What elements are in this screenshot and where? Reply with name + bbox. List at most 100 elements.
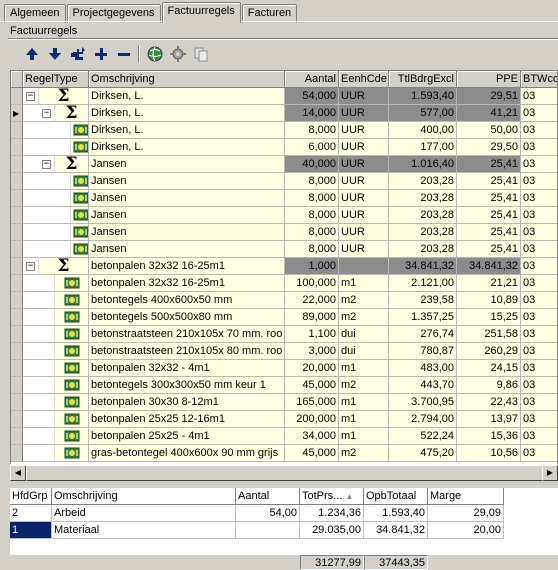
aantal-cell[interactable]: 200,000 — [285, 411, 339, 428]
omschrijving-cell[interactable]: Materiaal — [52, 522, 236, 539]
collapse-toggle[interactable]: − — [26, 92, 35, 101]
ttlbdrgexcl-cell[interactable]: 1.016,40 — [389, 156, 457, 173]
eenhcde-cell[interactable]: UUR — [339, 207, 389, 224]
ppe-cell[interactable]: 15,25 — [457, 309, 521, 326]
table-row[interactable]: betonpalen 32x32 16-25m1 100,000 m1 2.121,0… — [11, 275, 557, 292]
col-hfdgrp[interactable]: HfdGrp — [10, 488, 52, 505]
omschrijving-cell[interactable]: Jansen — [89, 173, 285, 190]
btwcode-cell[interactable]: 03 — [521, 360, 557, 377]
ttlbdrgexcl-cell[interactable]: 276,74 — [389, 326, 457, 343]
eenhcde-cell[interactable]: m2 — [339, 377, 389, 394]
ppe-cell[interactable]: 25,41 — [457, 207, 521, 224]
aantal-cell[interactable]: 20,000 — [285, 360, 339, 377]
ppe-cell[interactable]: 15,36 — [457, 428, 521, 445]
omschrijving-cell[interactable]: Dirksen, L. — [89, 105, 285, 122]
btwcode-cell[interactable]: 03 — [521, 326, 557, 343]
remove-button[interactable] — [112, 43, 135, 65]
summary-row[interactable]: 2 Arbeid 54,00 1.234,36 1.593,40 29,09 — [10, 505, 558, 522]
btwcode-cell[interactable]: 03 — [521, 411, 557, 428]
table-row[interactable]: Jansen 8,000 UUR 203,28 25,41 03 — [11, 241, 557, 258]
omschrijving-cell[interactable]: betontegels 500x500x80 mm — [89, 309, 285, 326]
table-row[interactable]: Jansen 8,000 UUR 203,28 25,41 03 — [11, 207, 557, 224]
aantal-cell[interactable]: 45,000 — [285, 445, 339, 462]
btwcode-cell[interactable]: 03 — [521, 377, 557, 394]
ttlbdrgexcl-cell[interactable]: 3.700,95 — [389, 394, 457, 411]
eenhcde-cell[interactable]: m1 — [339, 394, 389, 411]
table-row[interactable]: gras-betontegel 400x600x 90 mm grijs 45,0… — [11, 445, 557, 462]
eenhcde-cell[interactable]: UUR — [339, 122, 389, 139]
ttlbdrgexcl-cell[interactable]: 34.841,32 — [389, 258, 457, 275]
ppe-cell[interactable]: 34.841,32 — [457, 258, 521, 275]
omschrijving-cell[interactable]: betontegels 400x600x50 mm — [89, 292, 285, 309]
col-ttlbdrgexcl[interactable]: TtlBdrgExcl — [389, 71, 457, 88]
totprs-cell[interactable]: 1.234,36 — [300, 505, 364, 522]
col-regeltype[interactable]: RegelType — [23, 71, 89, 88]
globe-button[interactable] — [143, 43, 166, 65]
table-row[interactable]: Jansen 8,000 UUR 203,28 25,41 03 — [11, 224, 557, 241]
omschrijving-cell[interactable]: Dirksen, L. — [89, 139, 285, 156]
ttlbdrgexcl-cell[interactable]: 203,28 — [389, 241, 457, 258]
omschrijving-cell[interactable]: betonstraatsteen 210x105x 70 mm. roo — [89, 326, 285, 343]
ppe-cell[interactable]: 41,21 — [457, 105, 521, 122]
aantal-cell[interactable]: 1,100 — [285, 326, 339, 343]
omschrijving-cell[interactable]: Jansen — [89, 156, 285, 173]
ppe-cell[interactable]: 25,41 — [457, 156, 521, 173]
ppe-cell[interactable]: 25,41 — [457, 173, 521, 190]
opbtotaal-cell[interactable]: 34.841,32 — [364, 522, 428, 539]
ppe-cell[interactable]: 21,21 — [457, 275, 521, 292]
ttlbdrgexcl-cell[interactable]: 2.794,00 — [389, 411, 457, 428]
aantal-cell[interactable]: 6,000 — [285, 139, 339, 156]
col-omschrijving[interactable]: Omschrijving — [52, 488, 236, 505]
btwcode-cell[interactable]: 03 — [521, 173, 557, 190]
opbtotaal-cell[interactable]: 1.593,40 — [364, 505, 428, 522]
ttlbdrgexcl-cell[interactable]: 780,87 — [389, 343, 457, 360]
ppe-cell[interactable]: 10,56 — [457, 445, 521, 462]
btwcode-cell[interactable]: 03 — [521, 156, 557, 173]
scroll-left-button[interactable]: ◀ — [10, 465, 26, 481]
aantal-cell[interactable]: 22,000 — [285, 292, 339, 309]
scroll-thumb[interactable] — [26, 465, 546, 481]
omschrijving-cell[interactable]: Dirksen, L. — [89, 88, 285, 105]
col-aantal[interactable]: Aantal — [285, 71, 339, 88]
table-row[interactable]: betontegels 500x500x80 mm 89,000 m2 1.357,2… — [11, 309, 557, 326]
table-row[interactable]: Dirksen, L. 8,000 UUR 400,00 50,00 03 — [11, 122, 557, 139]
ppe-cell[interactable]: 10,89 — [457, 292, 521, 309]
aantal-cell[interactable]: 165,000 — [285, 394, 339, 411]
hfdgrp-cell[interactable]: 2 — [10, 505, 52, 522]
btwcode-cell[interactable]: 03 — [521, 445, 557, 462]
col-aantal[interactable]: Aantal — [236, 488, 300, 505]
table-row[interactable]: − Σ Jansen 40,000 UUR 1.016,40 25,41 03 — [11, 156, 557, 173]
aantal-cell[interactable]: 3,000 — [285, 343, 339, 360]
ppe-cell[interactable]: 50,00 — [457, 122, 521, 139]
table-row[interactable]: betonpalen 25x25 - 4m1 34,000 m1 522,24 15,3… — [11, 428, 557, 445]
collapse-toggle[interactable]: − — [26, 262, 35, 271]
col-opbtotaal[interactable]: OpbTotaal — [364, 488, 428, 505]
ppe-cell[interactable]: 29,50 — [457, 139, 521, 156]
eenhcde-cell[interactable]: UUR — [339, 139, 389, 156]
omschrijving-cell[interactable]: Jansen — [89, 207, 285, 224]
btwcode-cell[interactable]: 03 — [521, 292, 557, 309]
marge-cell[interactable]: 29,09 — [428, 505, 504, 522]
add-sub-button[interactable] — [66, 43, 89, 65]
aantal-cell[interactable]: 54,000 — [285, 88, 339, 105]
table-row[interactable]: betonpalen 30x30 8-12m1 165,000 m1 3.700,95… — [11, 394, 557, 411]
table-row[interactable]: − Σ Dirksen, L. 54,000 UUR 1.593,40 29,51 03 — [11, 88, 557, 105]
table-row[interactable]: Jansen 8,000 UUR 203,28 25,41 03 — [11, 173, 557, 190]
col-omschrijving[interactable]: Omschrijving — [89, 71, 285, 88]
col-totprs[interactable]: TotPrs... ▲ — [300, 488, 364, 505]
ttlbdrgexcl-cell[interactable]: 203,28 — [389, 173, 457, 190]
omschrijving-cell[interactable]: Jansen — [89, 241, 285, 258]
eenhcde-cell[interactable]: m1 — [339, 360, 389, 377]
collapse-toggle[interactable]: − — [42, 109, 51, 118]
ppe-cell[interactable]: 29,51 — [457, 88, 521, 105]
aantal-cell[interactable]: 8,000 — [285, 190, 339, 207]
omschrijving-cell[interactable]: betontegels 300x300x50 mm keur 1 — [89, 377, 285, 394]
omschrijving-cell[interactable]: betonpalen 32x32 16-25m1 — [89, 258, 285, 275]
settings-button[interactable] — [166, 43, 189, 65]
eenhcde-cell[interactable]: m2 — [339, 445, 389, 462]
table-row[interactable]: betontegels 400x600x50 mm 22,000 m2 239,58 1… — [11, 292, 557, 309]
aantal-cell[interactable]: 100,000 — [285, 275, 339, 292]
btwcode-cell[interactable]: 03 — [521, 207, 557, 224]
table-row[interactable]: Dirksen, L. 6,000 UUR 177,00 29,50 03 — [11, 139, 557, 156]
table-row[interactable]: ▶ − Σ Dirksen, L. 14,000 UUR 577,00 41,21 03 — [11, 105, 557, 122]
